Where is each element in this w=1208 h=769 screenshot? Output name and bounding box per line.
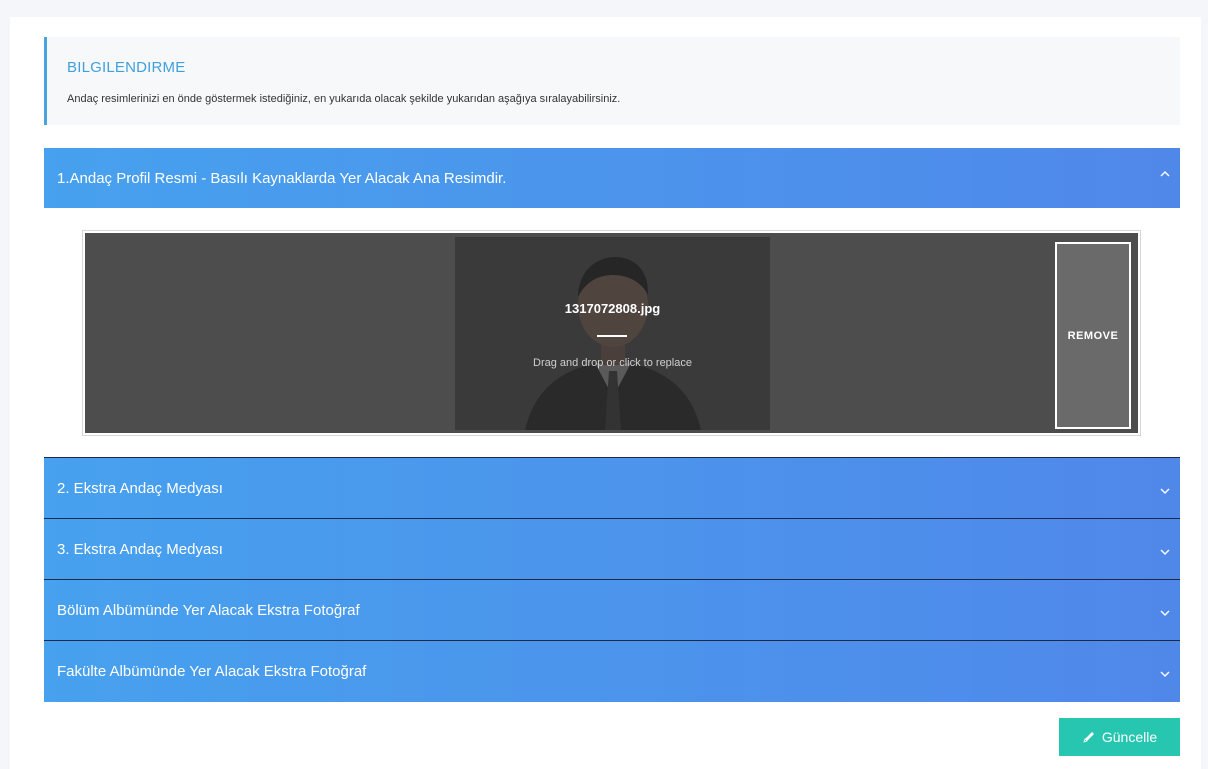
file-name: 1317072808.jpg: [564, 301, 661, 316]
chevron-down-icon: [1160, 610, 1170, 616]
chevron-down-icon: [1160, 488, 1170, 494]
person-photo: [455, 237, 770, 430]
file-dropzone[interactable]: 1317072808.jpg Drag and drop or click to…: [82, 230, 1141, 436]
chevron-up-icon: [1160, 171, 1170, 177]
accordion-header-extra-media-2[interactable]: 2. Ekstra Andaç Medyası: [44, 457, 1180, 519]
filename-divider: [597, 335, 627, 337]
dropzone-area[interactable]: 1317072808.jpg Drag and drop or click to…: [85, 233, 1138, 433]
accordion-label: 1.Andaç Profil Resmi - Basılı Kaynaklard…: [57, 170, 507, 187]
remove-button[interactable]: REMOVE: [1055, 242, 1131, 429]
accordion-header-extra-media-3[interactable]: 3. Ekstra Andaç Medyası: [44, 518, 1180, 580]
update-button-label: Güncelle: [1101, 729, 1158, 745]
image-preview: 1317072808.jpg Drag and drop or click to…: [455, 237, 770, 430]
replace-hint: Drag and drop or click to replace: [533, 357, 692, 369]
pencil-icon: [1083, 732, 1094, 743]
accordion-label: Fakülte Albümünde Yer Alacak Ekstra Foto…: [57, 663, 367, 680]
info-text: Andaç resimlerinizi en önde göstermek is…: [67, 93, 621, 105]
update-button[interactable]: Güncelle: [1059, 718, 1180, 756]
chevron-down-icon: [1160, 671, 1170, 677]
accordion-label: 2. Ekstra Andaç Medyası: [57, 480, 223, 497]
info-box: BILGILENDIRME Andaç resimlerinizi en önd…: [44, 37, 1180, 125]
media-card: BILGILENDIRME Andaç resimlerinizi en önd…: [10, 17, 1201, 769]
accordion-header-department-album[interactable]: Bölüm Albümünde Yer Alacak Ekstra Fotoğr…: [44, 579, 1180, 641]
accordion-label: 3. Ekstra Andaç Medyası: [57, 541, 223, 558]
accordion-header-faculty-album[interactable]: Fakülte Albümünde Yer Alacak Ekstra Foto…: [44, 640, 1180, 702]
accordion-label: Bölüm Albümünde Yer Alacak Ekstra Fotoğr…: [57, 602, 360, 619]
chevron-down-icon: [1160, 549, 1170, 555]
accordion-header-profile-photo[interactable]: 1.Andaç Profil Resmi - Basılı Kaynaklard…: [44, 148, 1180, 208]
info-title: BILGILENDIRME: [67, 59, 186, 76]
